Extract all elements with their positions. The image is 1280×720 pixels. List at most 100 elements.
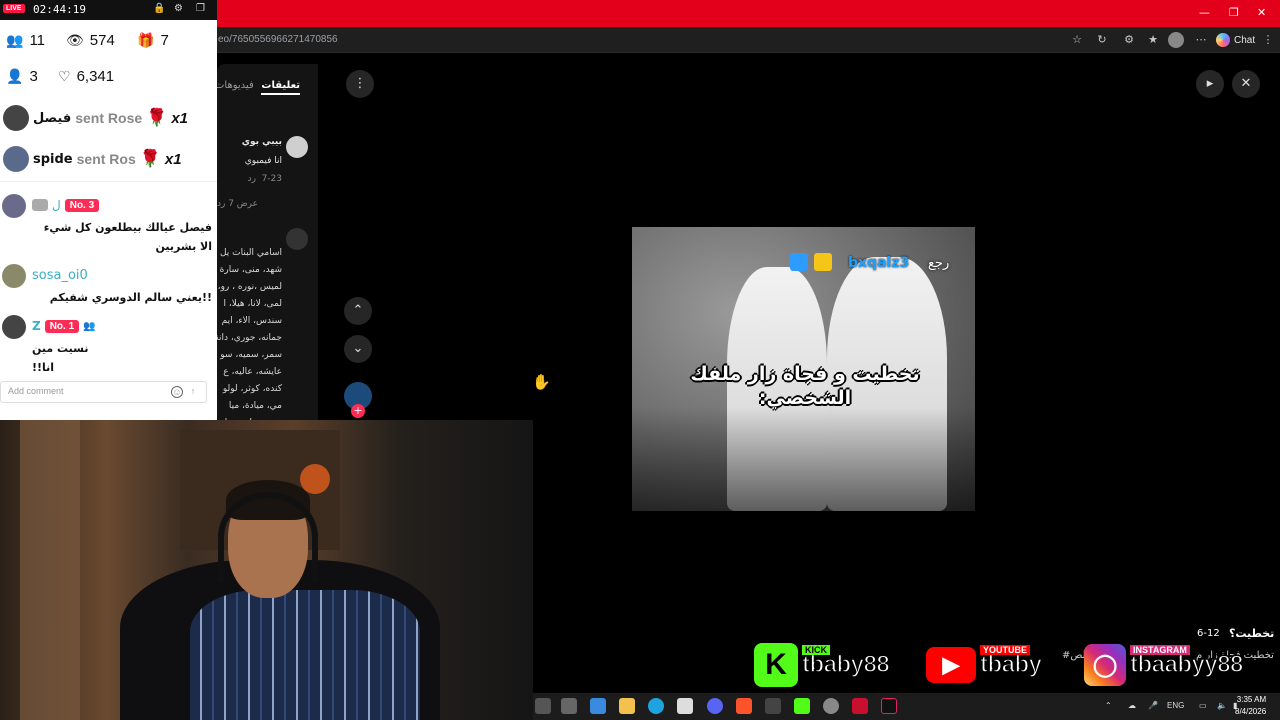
avatar (2, 315, 26, 339)
star-icon[interactable]: ☆ (1069, 32, 1085, 48)
tiktok-icon[interactable] (881, 698, 897, 714)
chevron-down-icon[interactable]: ⌄ (344, 335, 372, 363)
more-icon[interactable]: ⋮ (1260, 32, 1276, 48)
discord-icon[interactable] (707, 698, 723, 714)
social-text: KICK tbaby88 (801, 645, 890, 679)
stat-views: 👁 574 (66, 32, 115, 49)
crown-icon (814, 253, 832, 271)
folder-icon[interactable] (619, 698, 635, 714)
headset (218, 492, 318, 582)
chevron-up-icon[interactable]: ⌃ (1105, 701, 1112, 710)
more-icon[interactable]: ⋯ (1193, 32, 1209, 48)
stat-likes: ♡ 6,341 (58, 68, 114, 85)
stat-viewers: 👥 11 (6, 32, 45, 49)
unity-icon[interactable] (765, 698, 781, 714)
avatar (2, 194, 26, 218)
volume-icon[interactable]: 🔈 (1217, 701, 1227, 710)
live-overlay: LIVE 02:44:19 🔒 ⚙ ❐ 👥 11 👁 574 🎁 7 👤 3 ♡… (0, 0, 217, 420)
gift-event: فيصل sent Rose 🌹 x1 (0, 102, 217, 134)
profile-avatar[interactable] (1168, 32, 1184, 48)
streamer-shirt (190, 590, 420, 720)
webcam-door (20, 420, 80, 720)
search-icon[interactable] (535, 698, 551, 714)
social-text: INSTAGRAM tbaabyy88 (1129, 645, 1244, 679)
gear-icon[interactable]: ⚙ (174, 3, 183, 14)
avatar (3, 105, 29, 131)
gift-user: فيصل (33, 110, 72, 126)
rose-icon: 🌹 (139, 149, 161, 169)
follow-plus-icon[interactable]: + (351, 404, 365, 418)
app-icon[interactable] (852, 698, 868, 714)
comment-list-line: شهد، منى، سارة (219, 265, 282, 275)
stat-value: 11 (29, 32, 46, 49)
volume-icon[interactable]: ▸ (1196, 70, 1224, 98)
screen: — ❐ ✕ eo/7650556966271470856 ☆ ↻ ⚙ ★ ⋯ C… (0, 0, 1280, 720)
store-icon[interactable] (677, 698, 693, 714)
url-text[interactable]: eo/7650556966271470856 (218, 34, 338, 45)
instagram-logo-icon: ◯ (1084, 644, 1126, 686)
team-icon: 👥 (83, 320, 96, 332)
copilot-icon[interactable] (590, 698, 606, 714)
youtube-logo-icon: ▶ (926, 647, 976, 683)
minimize-panel-icon[interactable]: ❐ (196, 3, 205, 14)
view-replies-link[interactable]: عرض 7 ردود (217, 199, 258, 209)
heart-icon: ♡ (58, 68, 71, 84)
send-icon[interactable]: ↑ (187, 386, 199, 398)
chat-username: Z (32, 319, 41, 333)
chat-button[interactable]: Chat (1216, 31, 1255, 49)
stat-value: 3 (29, 68, 38, 85)
add-comment-placeholder: Add comment (8, 386, 64, 396)
video-meta-title[interactable]: تخطيت؟ (1229, 627, 1274, 640)
live-timer: 02:44:19 (33, 3, 86, 16)
reply-link[interactable]: رد (248, 174, 256, 184)
brave-icon[interactable] (736, 698, 752, 714)
chat-username: sosa_oi0 (32, 268, 88, 283)
network-icon[interactable]: ▭ (1199, 701, 1207, 710)
chat-label: Chat (1234, 34, 1256, 46)
social-handle: tbaby88 (801, 650, 890, 679)
avatar (2, 264, 26, 288)
favorites-icon[interactable]: ★ (1145, 32, 1161, 48)
gift-user: spide (33, 151, 73, 167)
lock-icon[interactable]: 🔒 (153, 3, 165, 14)
taskbar: ⌃ ☁ 🎤 ENG ▭ 🔈 ▮ (533, 693, 1280, 720)
chevron-up-icon[interactable]: ⌃ (344, 297, 372, 325)
extensions-icon[interactable]: ⚙ (1121, 32, 1137, 48)
kick-app-icon[interactable] (794, 698, 810, 714)
commenter-avatar[interactable] (286, 136, 308, 158)
comment-user[interactable]: بيبي بوي (242, 137, 282, 147)
video-meta-date: 6-12 (1197, 628, 1220, 639)
video-shadow (632, 407, 975, 511)
tab-videos[interactable]: فيديوهات (217, 80, 254, 91)
task-view-icon[interactable] (561, 698, 577, 714)
minimize-icon[interactable]: — (1199, 6, 1210, 19)
video-back-text: رجع (928, 256, 950, 271)
mic-icon[interactable]: 🎤 (1148, 701, 1158, 710)
gift-multiplier: x1 (171, 109, 189, 127)
chat-header: Z No. 1 👥 (32, 319, 96, 333)
close-icon[interactable]: ✕ (1232, 70, 1260, 98)
language-indicator[interactable]: ENG (1167, 701, 1184, 710)
copilot-icon (1216, 33, 1230, 47)
refresh-icon[interactable]: ↻ (1094, 32, 1110, 48)
restore-icon[interactable]: ❐ (1229, 6, 1239, 19)
chat-text: فيصل عيالك بيطلعون كل شيء الا بشريين (43, 221, 212, 253)
obs-icon[interactable] (823, 698, 839, 714)
commenter-avatar[interactable] (286, 228, 308, 250)
comments-panel: فيديوهات تعليقات بيبي بوي انا فيمبوي 7-2… (217, 64, 318, 420)
clock-time: 3:35 AM (1236, 695, 1267, 704)
level-badge (32, 199, 48, 211)
more-options-icon[interactable]: ⋮ (346, 70, 374, 98)
add-comment-input[interactable]: Add comment ☺ ↑ (0, 381, 207, 403)
emoji-icon[interactable]: ☺ (171, 386, 183, 398)
clock[interactable]: 3:35 AM 8/4/2026 (1235, 694, 1266, 718)
edge-icon[interactable] (648, 698, 664, 714)
social-text: YOUTUBE tbaby (979, 645, 1043, 679)
stat-value: 574 (89, 32, 115, 49)
cloud-icon[interactable]: ☁ (1128, 701, 1136, 710)
tab-comments[interactable]: تعليقات (261, 80, 300, 95)
comment-date: 7-23 (261, 174, 282, 184)
close-window-icon[interactable]: ✕ (1257, 6, 1266, 19)
rank-badge: No. 1 (44, 319, 80, 333)
gift-icon: 🎁 (137, 32, 155, 48)
